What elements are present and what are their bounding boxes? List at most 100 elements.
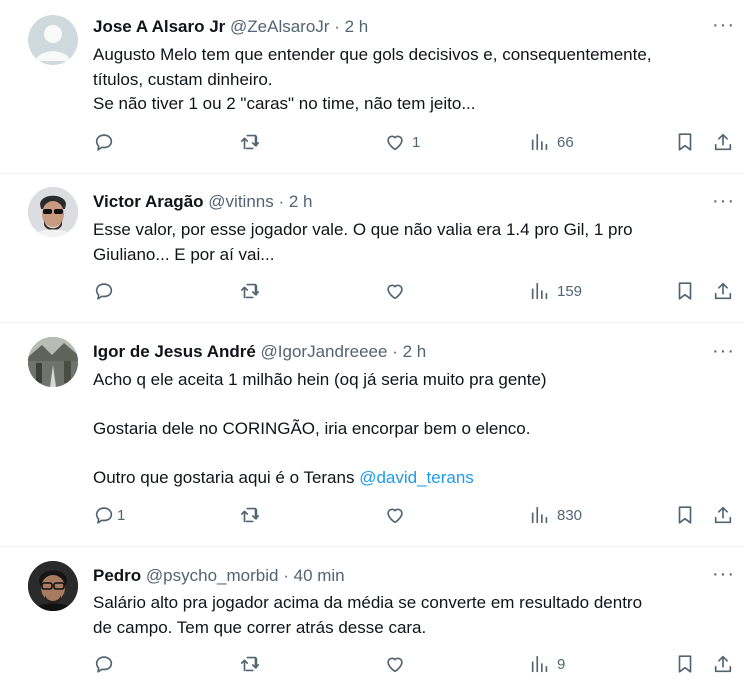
- like-button[interactable]: [384, 504, 412, 526]
- view-count: 9: [557, 655, 566, 673]
- tweet[interactable]: Jose A Alsaro Jr @ZeAlsaroJr · 2 h ··· A…: [0, 0, 744, 173]
- tweet-text: Augusto Melo tem que entender que gols d…: [93, 43, 733, 117]
- timestamp[interactable]: 2 h: [289, 192, 313, 211]
- retweet-button[interactable]: [239, 280, 267, 302]
- like-button[interactable]: [384, 653, 412, 675]
- avatar[interactable]: [28, 337, 78, 387]
- author-name[interactable]: Pedro: [93, 566, 141, 585]
- reply-button[interactable]: [93, 280, 121, 302]
- avatar[interactable]: [28, 561, 78, 611]
- view-count: 159: [557, 282, 583, 300]
- bookmark-icon: [678, 506, 692, 524]
- more-options-icon[interactable]: ···: [712, 15, 735, 35]
- views-button[interactable]: 159: [529, 280, 582, 302]
- tweet-header: Jose A Alsaro Jr @ZeAlsaroJr · 2 h: [93, 16, 368, 38]
- retweet-button[interactable]: [239, 653, 267, 675]
- street-photo-icon: [28, 337, 78, 387]
- reply-icon: [95, 283, 113, 300]
- tweet-text: Salário alto pra jogador acima da média …: [93, 591, 733, 640]
- heart-icon: [387, 284, 403, 300]
- bookmark-icon: [678, 655, 692, 673]
- separator-dot: ·: [392, 342, 398, 361]
- views-button[interactable]: 9: [529, 653, 565, 675]
- tweet-header: Pedro @psycho_morbid · 40 min: [93, 565, 345, 587]
- analytics-icon: [531, 506, 548, 524]
- tweet[interactable]: Victor Aragão @vitinns · 2 h ··· Esse va…: [0, 174, 744, 322]
- reply-count: 1: [117, 506, 126, 524]
- tweet-line: Salário alto pra jogador acima da média …: [93, 593, 643, 612]
- heart-icon: [387, 508, 403, 524]
- timestamp[interactable]: 2 h: [345, 17, 369, 36]
- share-button[interactable]: [712, 504, 734, 526]
- tweet-line-text: Outro que gostaria aqui é o Terans: [93, 468, 360, 487]
- tweet-header: Victor Aragão @vitinns · 2 h: [93, 191, 313, 213]
- person-photo-icon: [28, 561, 78, 611]
- bookmark-button[interactable]: [674, 131, 696, 153]
- views-button[interactable]: 830: [529, 504, 582, 526]
- tweet-line: Giuliano... E por aí vai...: [93, 244, 275, 264]
- tweet-line: Esse valor, por esse jogador vale. O que…: [93, 220, 633, 239]
- separator-dot: ·: [278, 192, 285, 211]
- bookmark-button[interactable]: [674, 280, 696, 302]
- bookmark-button[interactable]: [674, 653, 696, 675]
- tweet-line: Gostaria dele no CORINGÃO, iria encorpar…: [93, 419, 531, 438]
- tweet-text: Acho q ele aceita 1 milhão hein (oq já s…: [93, 368, 733, 491]
- retweet-icon: [240, 283, 260, 299]
- retweet-icon: [240, 134, 260, 150]
- analytics-icon: [531, 655, 548, 673]
- author-handle[interactable]: @vitinns: [208, 192, 273, 211]
- default-avatar-icon: [36, 25, 70, 61]
- author-handle[interactable]: @ZeAlsaroJr: [230, 17, 329, 36]
- tweet[interactable]: Pedro @psycho_morbid · 40 min ··· Salári…: [0, 547, 744, 687]
- like-button[interactable]: 1: [384, 131, 420, 153]
- author-name[interactable]: Jose A Alsaro Jr: [93, 17, 225, 36]
- avatar[interactable]: [28, 187, 78, 237]
- view-count: 66: [557, 133, 574, 151]
- retweet-icon: [240, 656, 260, 672]
- like-button[interactable]: [384, 280, 412, 302]
- reply-button[interactable]: [93, 653, 121, 675]
- share-icon: [714, 655, 732, 673]
- more-options-icon[interactable]: ···: [712, 191, 735, 211]
- tweet-text: Esse valor, por esse jogador vale. O que…: [93, 218, 733, 267]
- views-button[interactable]: 66: [529, 131, 574, 153]
- share-icon: [714, 506, 732, 524]
- avatar[interactable]: [28, 15, 78, 65]
- tweet-line: Outro que gostaria aqui é o Terans @davi…: [93, 466, 733, 491]
- more-options-icon[interactable]: ···: [712, 341, 735, 361]
- separator-dot: ·: [283, 566, 289, 585]
- retweet-button[interactable]: [239, 504, 267, 526]
- share-button[interactable]: [712, 131, 734, 153]
- heart-icon: [387, 657, 403, 673]
- view-count: 830: [557, 506, 583, 524]
- heart-icon: [387, 135, 403, 151]
- author-handle[interactable]: @psycho_morbid: [146, 566, 279, 585]
- more-options-icon[interactable]: ···: [712, 564, 735, 584]
- timestamp[interactable]: 40 min: [294, 566, 345, 585]
- tweet-line: de campo. Tem que correr atrás desse car…: [93, 617, 427, 637]
- timestamp[interactable]: 2 h: [403, 342, 427, 361]
- analytics-icon: [531, 133, 548, 151]
- tweet-line: [93, 393, 733, 418]
- reply-icon: [95, 656, 113, 673]
- reply-button[interactable]: 1: [93, 504, 125, 526]
- separator-dot: ·: [334, 17, 340, 36]
- retweet-icon: [240, 507, 260, 523]
- tweet-actions: 159: [0, 280, 744, 310]
- tweet-line: títulos, custam dinheiro.: [93, 69, 273, 89]
- retweet-button[interactable]: [239, 131, 267, 153]
- tweet[interactable]: Igor de Jesus André @IgorJandreeee · 2 h…: [0, 323, 744, 546]
- tweet-header: Igor de Jesus André @IgorJandreeee · 2 h: [93, 341, 426, 363]
- share-icon: [714, 133, 732, 151]
- author-name[interactable]: Victor Aragão: [93, 192, 204, 211]
- bookmark-button[interactable]: [674, 504, 696, 526]
- author-name[interactable]: Igor de Jesus André: [93, 342, 256, 361]
- tweet-actions: 9: [0, 653, 744, 683]
- mention-link[interactable]: @david_terans: [359, 468, 474, 487]
- share-button[interactable]: [712, 280, 734, 302]
- share-icon: [714, 282, 732, 300]
- share-button[interactable]: [712, 653, 734, 675]
- author-handle[interactable]: @IgorJandreeee: [261, 342, 388, 361]
- reply-button[interactable]: [93, 131, 121, 153]
- tweet-actions: 1 830: [0, 504, 744, 534]
